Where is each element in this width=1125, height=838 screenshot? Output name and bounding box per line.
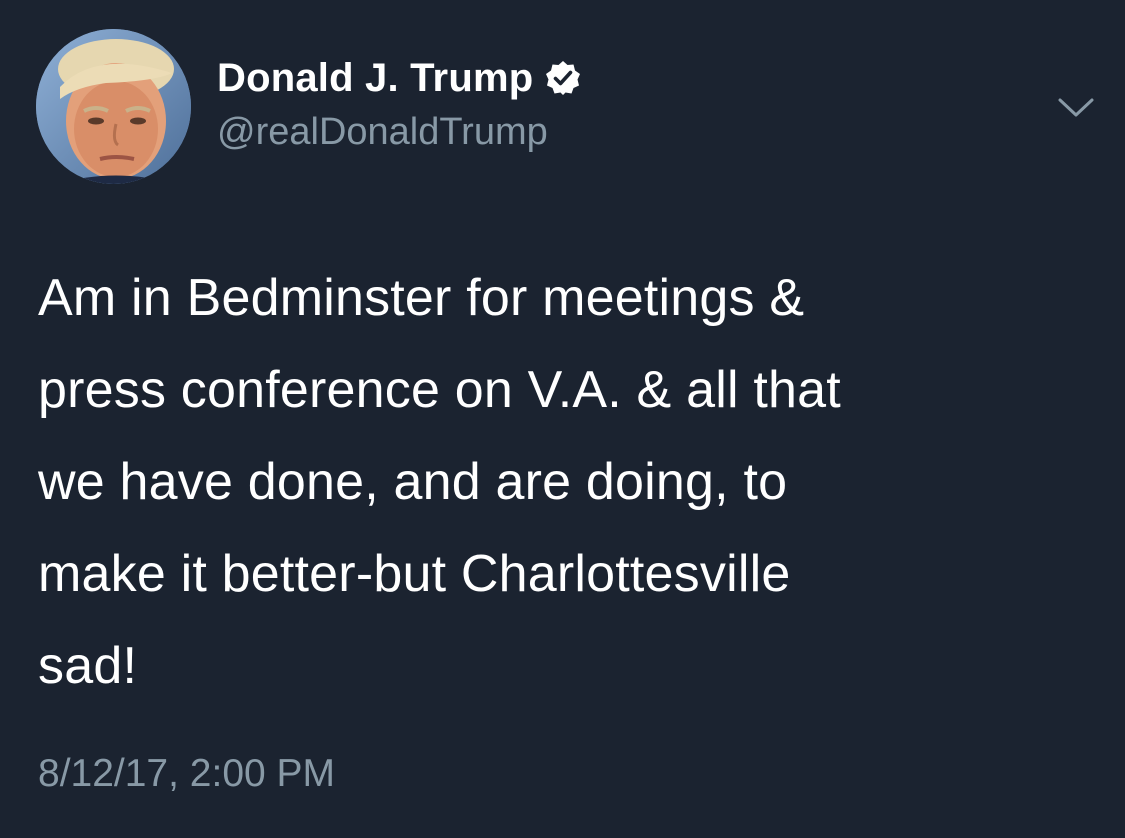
name-row: Donald J. Trump [217,52,581,104]
tweet-timestamp[interactable]: 8/12/17, 2:00 PM [38,750,335,798]
tweet-text-line: we have done, and are doing, to [38,453,788,511]
tweet-text-line: make it better-but Charlottesville [38,545,791,603]
avatar[interactable] [36,29,191,184]
tweet-text-line: Am in Bedminster for meetings & [38,269,805,327]
chevron-down-icon[interactable] [1056,95,1096,121]
tweet-text: Am in Bedminster for meetings & press co… [38,252,1098,712]
user-handle[interactable]: @realDonaldTrump [217,108,548,156]
tweet-text-line: sad! [38,637,138,695]
avatar-photo [36,29,191,184]
tweet-text-line: press conference on V.A. & all that [38,361,841,419]
verified-badge-icon [545,60,581,96]
display-name[interactable]: Donald J. Trump [217,52,533,104]
tweet-card: Donald J. Trump @realDonaldTrump Am in B… [0,0,1125,838]
